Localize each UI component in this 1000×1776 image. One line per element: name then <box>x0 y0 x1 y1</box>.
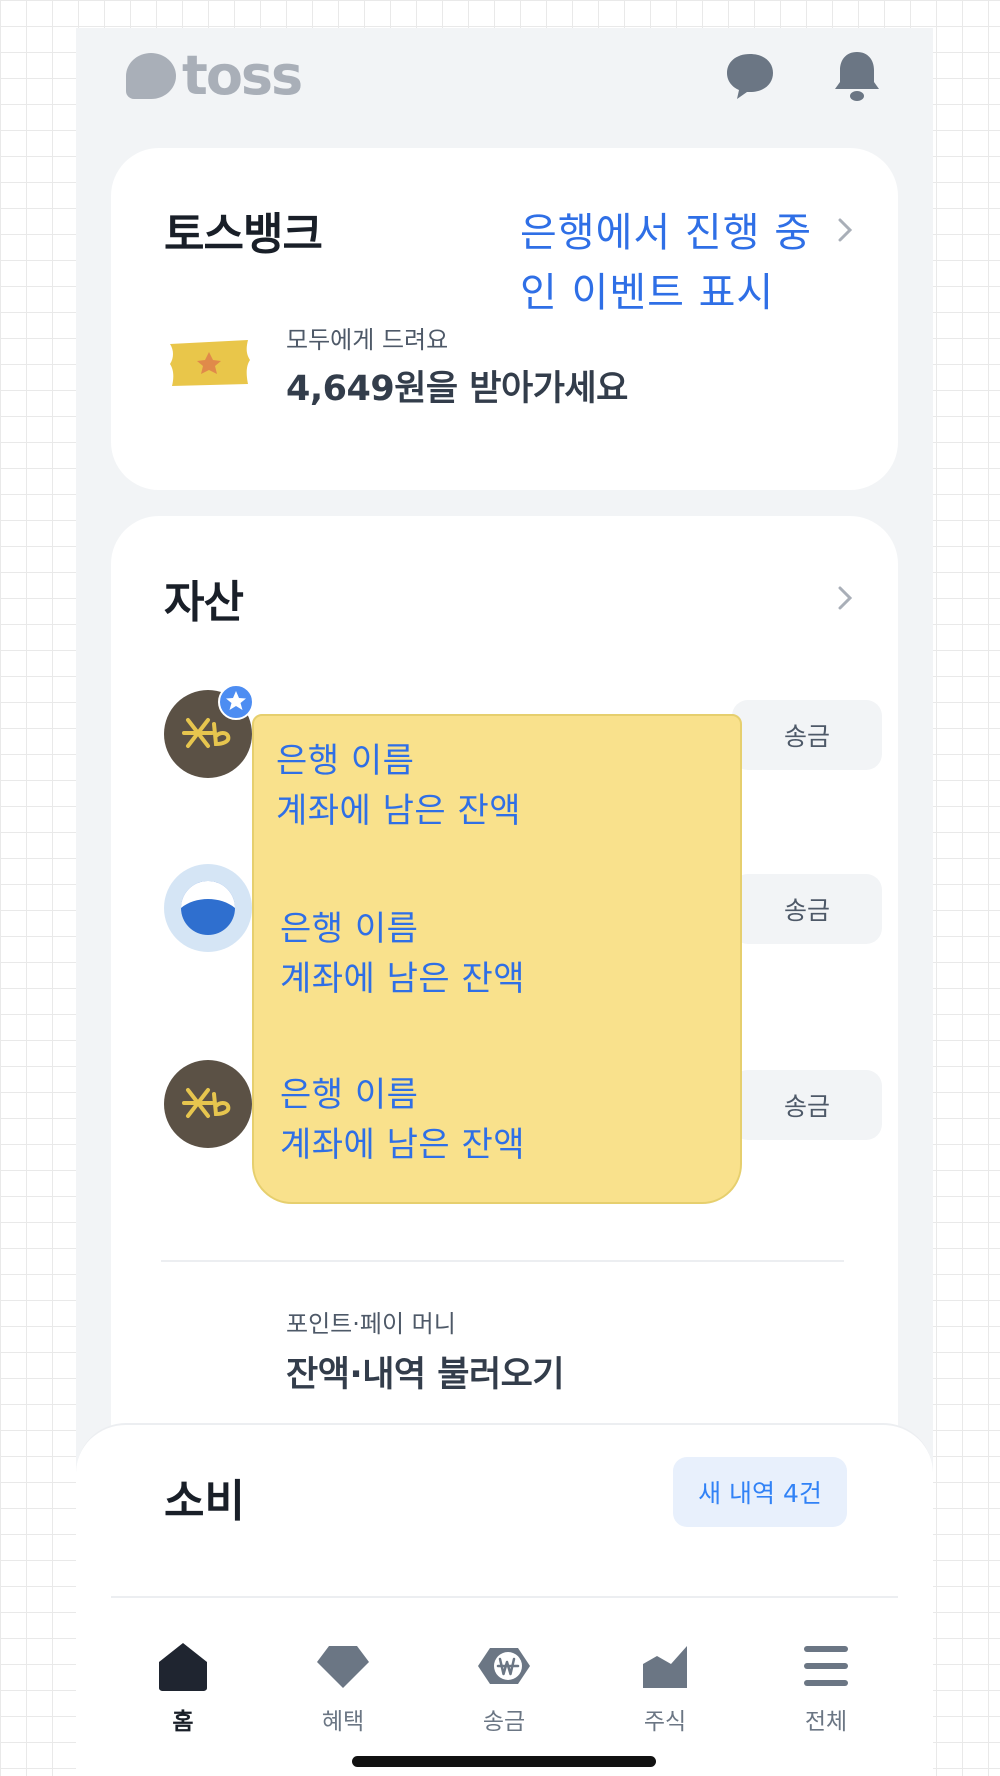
account-note-bank-name: 은행 이름 <box>280 909 419 949</box>
nav-item-benefits[interactable]: 혜택 <box>288 1640 398 1736</box>
woori-bank-icon <box>164 864 252 952</box>
assets-title: 자산 <box>164 577 244 628</box>
account-note-balance: 계좌에 남은 잔액 <box>276 791 522 831</box>
account-note-bank-name: 은행 이름 <box>276 741 415 781</box>
ticket-icon <box>170 340 250 386</box>
home-icon <box>159 1643 207 1691</box>
star-badge-icon <box>218 684 254 720</box>
section-divider <box>161 1260 844 1262</box>
nav-item-stocks[interactable]: 주식 <box>610 1640 720 1736</box>
top-header: toss <box>76 28 933 124</box>
send-button[interactable]: 송금 <box>732 700 882 770</box>
toss-bank-card[interactable]: 토스뱅크 은행에서 진행 중 인 이벤트 표시 모두에게 드려요 4,649원을… <box>111 148 898 490</box>
points-subtitle: 포인트·페이 머니 <box>286 1310 456 1338</box>
app-screen: toss 토스뱅크 은행에서 진행 중 인 이벤트 표시 모두에게 드려요 4,… <box>76 28 933 1776</box>
toss-logo-mark-icon <box>126 53 176 99</box>
nav-label: 홈 <box>172 1709 194 1735</box>
nav-label: 혜택 <box>321 1709 365 1735</box>
menu-icon <box>804 1646 848 1686</box>
new-history-badge[interactable]: 새 내역 4건 <box>673 1457 847 1527</box>
send-button[interactable]: 송금 <box>732 874 882 944</box>
nav-item-home[interactable]: 홈 <box>128 1640 238 1736</box>
toss-logo[interactable]: toss <box>126 44 303 107</box>
bell-icon[interactable] <box>832 48 882 104</box>
promo-subtitle: 모두에게 드려요 <box>286 326 449 354</box>
nav-label: 주식 <box>643 1709 687 1735</box>
gem-icon <box>317 1646 369 1688</box>
chevron-right-icon[interactable] <box>833 586 857 610</box>
send-button[interactable]: 송금 <box>732 1070 882 1140</box>
account-note-bank-name: 은행 이름 <box>280 1075 419 1115</box>
nav-label: 전체 <box>804 1709 848 1735</box>
chat-bubble-icon[interactable] <box>724 50 776 102</box>
account-note-balance: 계좌에 남은 잔액 <box>280 959 526 999</box>
bank-card-title: 토스뱅크 <box>164 209 323 260</box>
won-transfer-icon <box>478 1648 530 1684</box>
chevron-right-icon[interactable] <box>833 218 857 242</box>
kb-bank-icon <box>164 1060 252 1148</box>
promo-main-text: 4,649원을 받아가세요 <box>286 369 628 409</box>
event-annotation-line1: 은행에서 진행 중 <box>520 210 813 256</box>
logo-text: toss <box>182 44 303 107</box>
nav-label: 송금 <box>482 1709 526 1735</box>
account-annotation-panel: 은행 이름 계좌에 남은 잔액 은행 이름 계좌에 남은 잔액 은행 이름 계좌… <box>252 714 742 1204</box>
nav-item-all[interactable]: 전체 <box>771 1640 881 1736</box>
event-annotation-line2: 인 이벤트 표시 <box>520 270 775 316</box>
home-indicator[interactable] <box>352 1756 656 1767</box>
spending-title: 소비 <box>164 1476 245 1527</box>
stock-chart-icon <box>643 1646 687 1688</box>
points-link[interactable]: 잔액·내역 불러오기 <box>286 1346 565 1397</box>
nav-item-transfer[interactable]: 송금 <box>449 1640 559 1736</box>
account-note-balance: 계좌에 남은 잔액 <box>280 1125 526 1165</box>
bottom-navigation: 홈 혜택 송금 주식 전체 <box>76 1598 933 1776</box>
